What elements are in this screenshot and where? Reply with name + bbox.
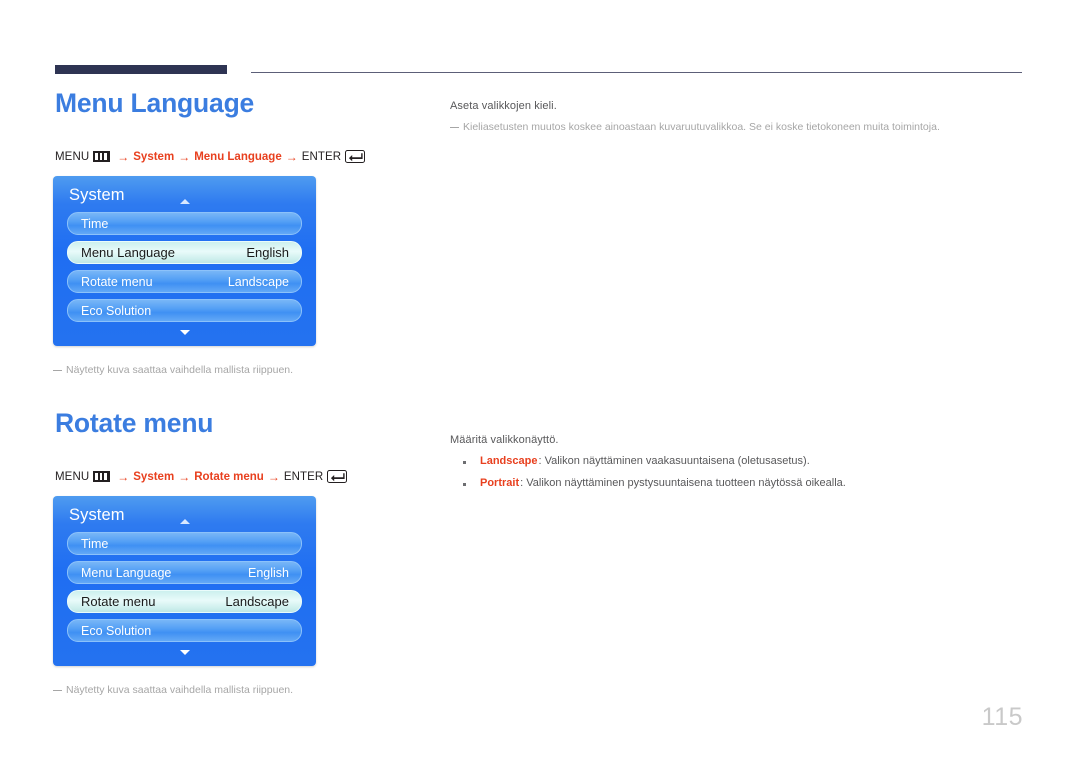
osd-row-eco-solution[interactable]: Eco Solution: [67, 299, 302, 322]
caption-text: Näytetty kuva saattaa vaihdella mallista…: [66, 684, 294, 696]
breadcrumb-arrow-1: →: [117, 469, 130, 484]
enter-return-icon: [345, 150, 366, 163]
breadcrumb-arrow-3: →: [285, 149, 298, 164]
breadcrumb-crumb-menu-language[interactable]: Menu Language: [194, 151, 282, 163]
caption-dash-icon: [53, 370, 62, 372]
osd-row-time[interactable]: Time: [67, 532, 302, 555]
osd-panel-menu-language: System Time Menu Language English Rotate…: [53, 176, 316, 346]
triangle-down-icon[interactable]: [53, 648, 316, 658]
breadcrumb-arrow-2: →: [178, 149, 191, 164]
description-lead: Aseta valikkojen kieli.: [450, 100, 557, 112]
rule-thick-bar: [55, 65, 227, 74]
note-dash-icon: [450, 127, 459, 129]
triangle-down-icon[interactable]: [53, 328, 316, 338]
list-item: Landscape: Valikon näyttäminen vaakasuun…: [450, 455, 1030, 467]
breadcrumb-menu-label: MENU: [55, 470, 90, 483]
bullet-dot-icon: [463, 483, 466, 486]
list-item: Portrait: Valikon näyttäminen pystysuunt…: [450, 477, 1030, 489]
osd-row-label: Time: [81, 536, 109, 551]
menu-bars-icon: [93, 151, 111, 162]
breadcrumb-enter-label: ENTER: [283, 470, 324, 483]
caption-text: Näytetty kuva saattaa vaihdella mallista…: [66, 364, 294, 376]
osd-row-label: Eco Solution: [81, 623, 152, 638]
osd-row-value: Landscape: [225, 594, 289, 609]
osd-row-value: Landscape: [227, 274, 289, 289]
breadcrumb-crumb-system[interactable]: System: [133, 151, 174, 163]
breadcrumb-menu-label: MENU: [55, 150, 90, 163]
triangle-up-icon[interactable]: [53, 517, 316, 527]
breadcrumb-crumb-system[interactable]: System: [133, 471, 174, 483]
page-number: 115: [981, 703, 1023, 731]
osd-row-label: Menu Language: [81, 565, 172, 580]
description-rotate-menu: Määritä valikkonäyttö. Landscape: Valiko…: [450, 434, 1030, 499]
bullet-text: : Valikon näyttäminen pystysuuntaisena t…: [520, 477, 846, 489]
description-lead: Määritä valikkonäyttö.: [450, 434, 559, 446]
osd-row-time[interactable]: Time: [67, 212, 302, 235]
osd-row-value: English: [246, 245, 289, 260]
breadcrumb-enter-label: ENTER: [301, 150, 342, 163]
description-bullet-list: Landscape: Valikon näyttäminen vaakasuun…: [450, 455, 1030, 489]
triangle-up-icon[interactable]: [53, 197, 316, 207]
page-title-rotate-menu: Rotate menu: [55, 408, 214, 438]
osd-row-rotate-menu[interactable]: Rotate menu Landscape: [67, 270, 302, 293]
osd-row-label: Menu Language: [81, 245, 175, 260]
osd-row-label: Eco Solution: [81, 303, 152, 318]
osd-row-value: English: [248, 565, 289, 580]
caption-dash-icon: [53, 690, 62, 692]
osd-row-rotate-menu[interactable]: Rotate menu Landscape: [67, 590, 302, 613]
breadcrumb-menu-language: MENU → System → Menu Language → ENTER: [55, 149, 366, 164]
rule-thin-line: [251, 72, 1022, 74]
osd-row-menu-language[interactable]: Menu Language English: [67, 241, 302, 264]
osd-row-label: Rotate menu: [81, 274, 153, 289]
bullet-term: Landscape: [480, 455, 538, 467]
breadcrumb-arrow-2: →: [178, 469, 191, 484]
osd-caption: Näytetty kuva saattaa vaihdella mallista…: [53, 364, 293, 376]
note-text: Kieliasetusten muutos koskee ainoastaan …: [463, 121, 940, 133]
osd-row-menu-language[interactable]: Menu Language English: [67, 561, 302, 584]
bullet-term: Portrait: [480, 477, 520, 489]
bullet-dot-icon: [463, 461, 466, 464]
breadcrumb-arrow-3: →: [267, 469, 280, 484]
osd-row-label: Rotate menu: [81, 594, 156, 609]
description-note: Kieliasetusten muutos koskee ainoastaan …: [450, 121, 1030, 133]
breadcrumb-crumb-rotate-menu[interactable]: Rotate menu: [194, 471, 264, 483]
description-menu-language: Aseta valikkojen kieli. Kieliasetusten m…: [450, 100, 1030, 133]
osd-row-eco-solution[interactable]: Eco Solution: [67, 619, 302, 642]
top-rule: [55, 65, 1022, 74]
menu-bars-icon: [93, 471, 111, 482]
osd-row-label: Time: [81, 216, 109, 231]
enter-return-icon: [327, 470, 348, 483]
osd-panel-rotate-menu: System Time Menu Language English Rotate…: [53, 496, 316, 666]
breadcrumb-rotate-menu: MENU → System → Rotate menu → ENTER: [55, 469, 348, 484]
page-title-menu-language: Menu Language: [55, 88, 255, 118]
bullet-text: : Valikon näyttäminen vaakasuuntaisena (…: [538, 455, 810, 467]
osd-caption: Näytetty kuva saattaa vaihdella mallista…: [53, 684, 293, 696]
breadcrumb-arrow-1: →: [117, 149, 130, 164]
